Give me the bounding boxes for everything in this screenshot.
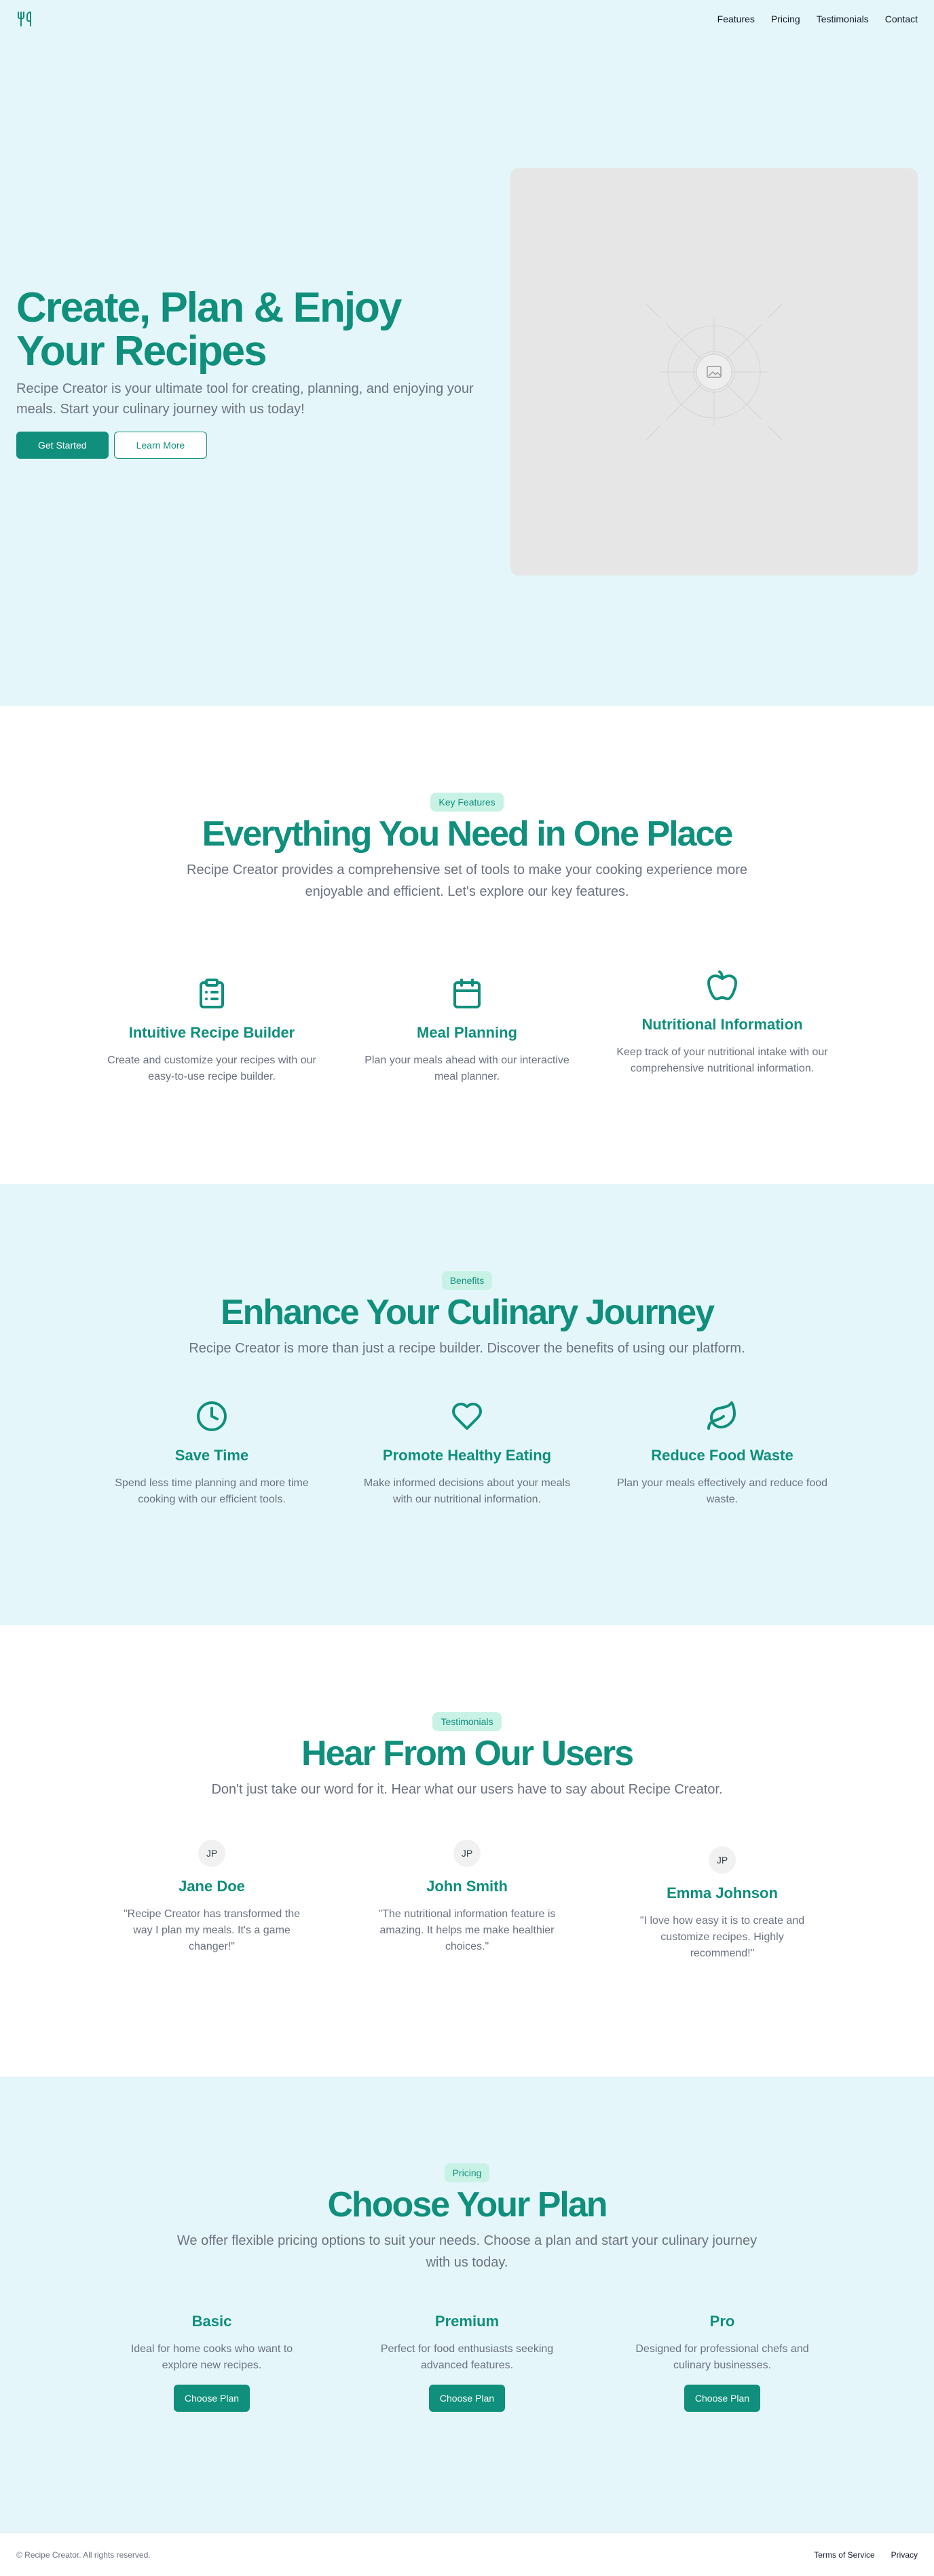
feature-card: Nutritional Information Keep track of yo… bbox=[614, 942, 831, 1085]
testimonial-card: JP Emma Johnson "I love how easy it is t… bbox=[614, 1840, 831, 1962]
pricing-title: Choose Your Plan bbox=[327, 2185, 608, 2224]
nav-features[interactable]: Features bbox=[717, 14, 755, 24]
feature-text: Plan your meals ahead with our interacti… bbox=[365, 1055, 569, 1082]
testimonial-quote: "The nutritional information feature is … bbox=[378, 1908, 556, 1952]
testimonial-name: Jane Doe bbox=[179, 1878, 245, 1895]
feature-card: Meal Planning Plan your meals ahead with… bbox=[358, 942, 576, 1085]
leaf-icon bbox=[707, 1401, 736, 1430]
main-nav: Features Pricing Testimonials Contact bbox=[717, 14, 918, 24]
benefits-section: Benefits Enhance Your Culinary Journey R… bbox=[0, 1184, 934, 1625]
hero-text: Create, Plan & Enjoy Your Recipes Recipe… bbox=[16, 286, 485, 459]
hero-section: Create, Plan & Enjoy Your Recipes Recipe… bbox=[0, 38, 934, 706]
features-badge: Key Features bbox=[430, 793, 504, 812]
benefit-title: Promote Healthy Eating bbox=[382, 1447, 552, 1464]
plan-name: Basic bbox=[191, 2313, 232, 2330]
benefits-cards: Save Time Spend less time planning and m… bbox=[103, 1400, 831, 1508]
site-header: Features Pricing Testimonials Contact bbox=[0, 0, 934, 38]
features-cards: Intuitive Recipe Builder Create and cust… bbox=[103, 942, 831, 1085]
learn-more-button[interactable]: Learn More bbox=[113, 432, 208, 459]
image-placeholder-icon bbox=[646, 303, 783, 440]
testimonial-card: JP John Smith "The nutritional informati… bbox=[358, 1840, 576, 1962]
pricing-subtitle: We offer flexible pricing options to sui… bbox=[176, 2233, 758, 2270]
benefit-title: Reduce Food Waste bbox=[651, 1447, 793, 1464]
pricing-section: Pricing Choose Your Plan We offer flexib… bbox=[0, 2077, 934, 2533]
feature-text: Create and customize your recipes with o… bbox=[107, 1055, 316, 1082]
utensils-icon[interactable] bbox=[16, 11, 33, 27]
site-footer: © Recipe Creator. All rights reserved. T… bbox=[0, 2533, 934, 2576]
heart-icon bbox=[452, 1403, 482, 1430]
feature-text: Keep track of your nutritional intake wi… bbox=[616, 1046, 828, 1074]
hero-title: Create, Plan & Enjoy Your Recipes bbox=[16, 284, 402, 375]
feature-title: Nutritional Information bbox=[641, 1016, 803, 1033]
footer-copyright: © Recipe Creator. All rights reserved. bbox=[16, 2550, 151, 2560]
testimonials-subtitle: Don't just take our word for it. Hear wh… bbox=[211, 1782, 723, 1797]
testimonials-title: Hear From Our Users bbox=[301, 1734, 634, 1773]
plan-card: Pro Designed for professional chefs and … bbox=[614, 2313, 831, 2412]
nav-contact[interactable]: Contact bbox=[885, 14, 918, 24]
benefits-badge: Benefits bbox=[441, 1271, 493, 1290]
plan-card: Basic Ideal for home cooks who want to e… bbox=[103, 2313, 320, 2412]
calendar-icon bbox=[453, 979, 481, 1008]
benefit-card: Reduce Food Waste Plan your meals effect… bbox=[614, 1400, 831, 1508]
benefits-title: Enhance Your Culinary Journey bbox=[220, 1293, 715, 1332]
features-subtitle: Recipe Creator provides a comprehensive … bbox=[187, 863, 747, 899]
hero-buttons: Get Started Learn More bbox=[16, 432, 485, 459]
clock-icon bbox=[197, 1401, 227, 1431]
footer-links: Terms of Service Privacy bbox=[814, 2550, 918, 2560]
choose-plan-button[interactable]: Choose Plan bbox=[684, 2385, 761, 2412]
benefit-title: Save Time bbox=[174, 1447, 249, 1464]
testimonials-badge: Testimonials bbox=[432, 1712, 502, 1731]
testimonial-name: John Smith bbox=[426, 1878, 508, 1895]
plan-text: Perfect for food enthusiasts seeking adv… bbox=[380, 2343, 554, 2371]
features-title: Everything You Need in One Place bbox=[202, 814, 734, 854]
plan-text: Designed for professional chefs and culi… bbox=[635, 2343, 809, 2371]
get-started-button[interactable]: Get Started bbox=[16, 432, 109, 459]
nav-testimonials[interactable]: Testimonials bbox=[817, 14, 869, 24]
feature-title: Meal Planning bbox=[417, 1024, 517, 1041]
nav-pricing[interactable]: Pricing bbox=[771, 14, 800, 24]
testimonial-name: Emma Johnson bbox=[667, 1884, 778, 1901]
avatar: JP bbox=[453, 1840, 481, 1867]
testimonials-cards: JP Jane Doe "Recipe Creator has transfor… bbox=[103, 1840, 831, 1962]
apple-icon bbox=[707, 970, 737, 1000]
benefit-text: Make informed decisions about your meals… bbox=[363, 1477, 571, 1505]
choose-plan-button[interactable]: Choose Plan bbox=[173, 2385, 250, 2412]
avatar: JP bbox=[709, 1846, 736, 1874]
testimonial-quote: "Recipe Creator has transformed the way … bbox=[123, 1908, 301, 1952]
testimonials-header: Testimonials Hear From Our Users Don't j… bbox=[0, 1712, 934, 1800]
plan-name: Pro bbox=[709, 2313, 735, 2330]
pricing-badge: Pricing bbox=[444, 2163, 490, 2182]
privacy-link[interactable]: Privacy bbox=[891, 2550, 918, 2560]
clipboard-list-icon bbox=[200, 979, 224, 1008]
terms-link[interactable]: Terms of Service bbox=[814, 2550, 874, 2560]
benefit-card: Save Time Spend less time planning and m… bbox=[103, 1400, 320, 1508]
testimonial-quote: "I love how easy it is to create and cus… bbox=[639, 1915, 805, 1959]
hero-subtitle: Recipe Creator is your ultimate tool for… bbox=[16, 381, 474, 417]
testimonial-card: JP Jane Doe "Recipe Creator has transfor… bbox=[103, 1840, 320, 1962]
benefit-card: Promote Healthy Eating Make informed dec… bbox=[358, 1400, 576, 1508]
feature-card: Intuitive Recipe Builder Create and cust… bbox=[103, 942, 320, 1085]
pricing-header: Pricing Choose Your Plan We offer flexib… bbox=[0, 2163, 934, 2273]
plan-name: Premium bbox=[434, 2313, 500, 2330]
features-header: Key Features Everything You Need in One … bbox=[0, 793, 934, 903]
benefits-subtitle: Recipe Creator is more than just a recip… bbox=[189, 1341, 745, 1356]
avatar: JP bbox=[198, 1840, 225, 1867]
plan-text: Ideal for home cooks who want to explore… bbox=[130, 2343, 293, 2371]
plan-card: Premium Perfect for food enthusiasts see… bbox=[358, 2313, 576, 2412]
pricing-cards: Basic Ideal for home cooks who want to e… bbox=[103, 2313, 831, 2412]
features-section: Key Features Everything You Need in One … bbox=[0, 706, 934, 1184]
feature-title: Intuitive Recipe Builder bbox=[128, 1024, 295, 1041]
choose-plan-button[interactable]: Choose Plan bbox=[428, 2385, 506, 2412]
testimonials-section: Testimonials Hear From Our Users Don't j… bbox=[0, 1625, 934, 2077]
benefit-text: Spend less time planning and more time c… bbox=[115, 1477, 309, 1505]
hero-image-placeholder bbox=[510, 168, 918, 575]
benefits-header: Benefits Enhance Your Culinary Journey R… bbox=[0, 1271, 934, 1359]
benefit-text: Plan your meals effectively and reduce f… bbox=[616, 1477, 828, 1505]
